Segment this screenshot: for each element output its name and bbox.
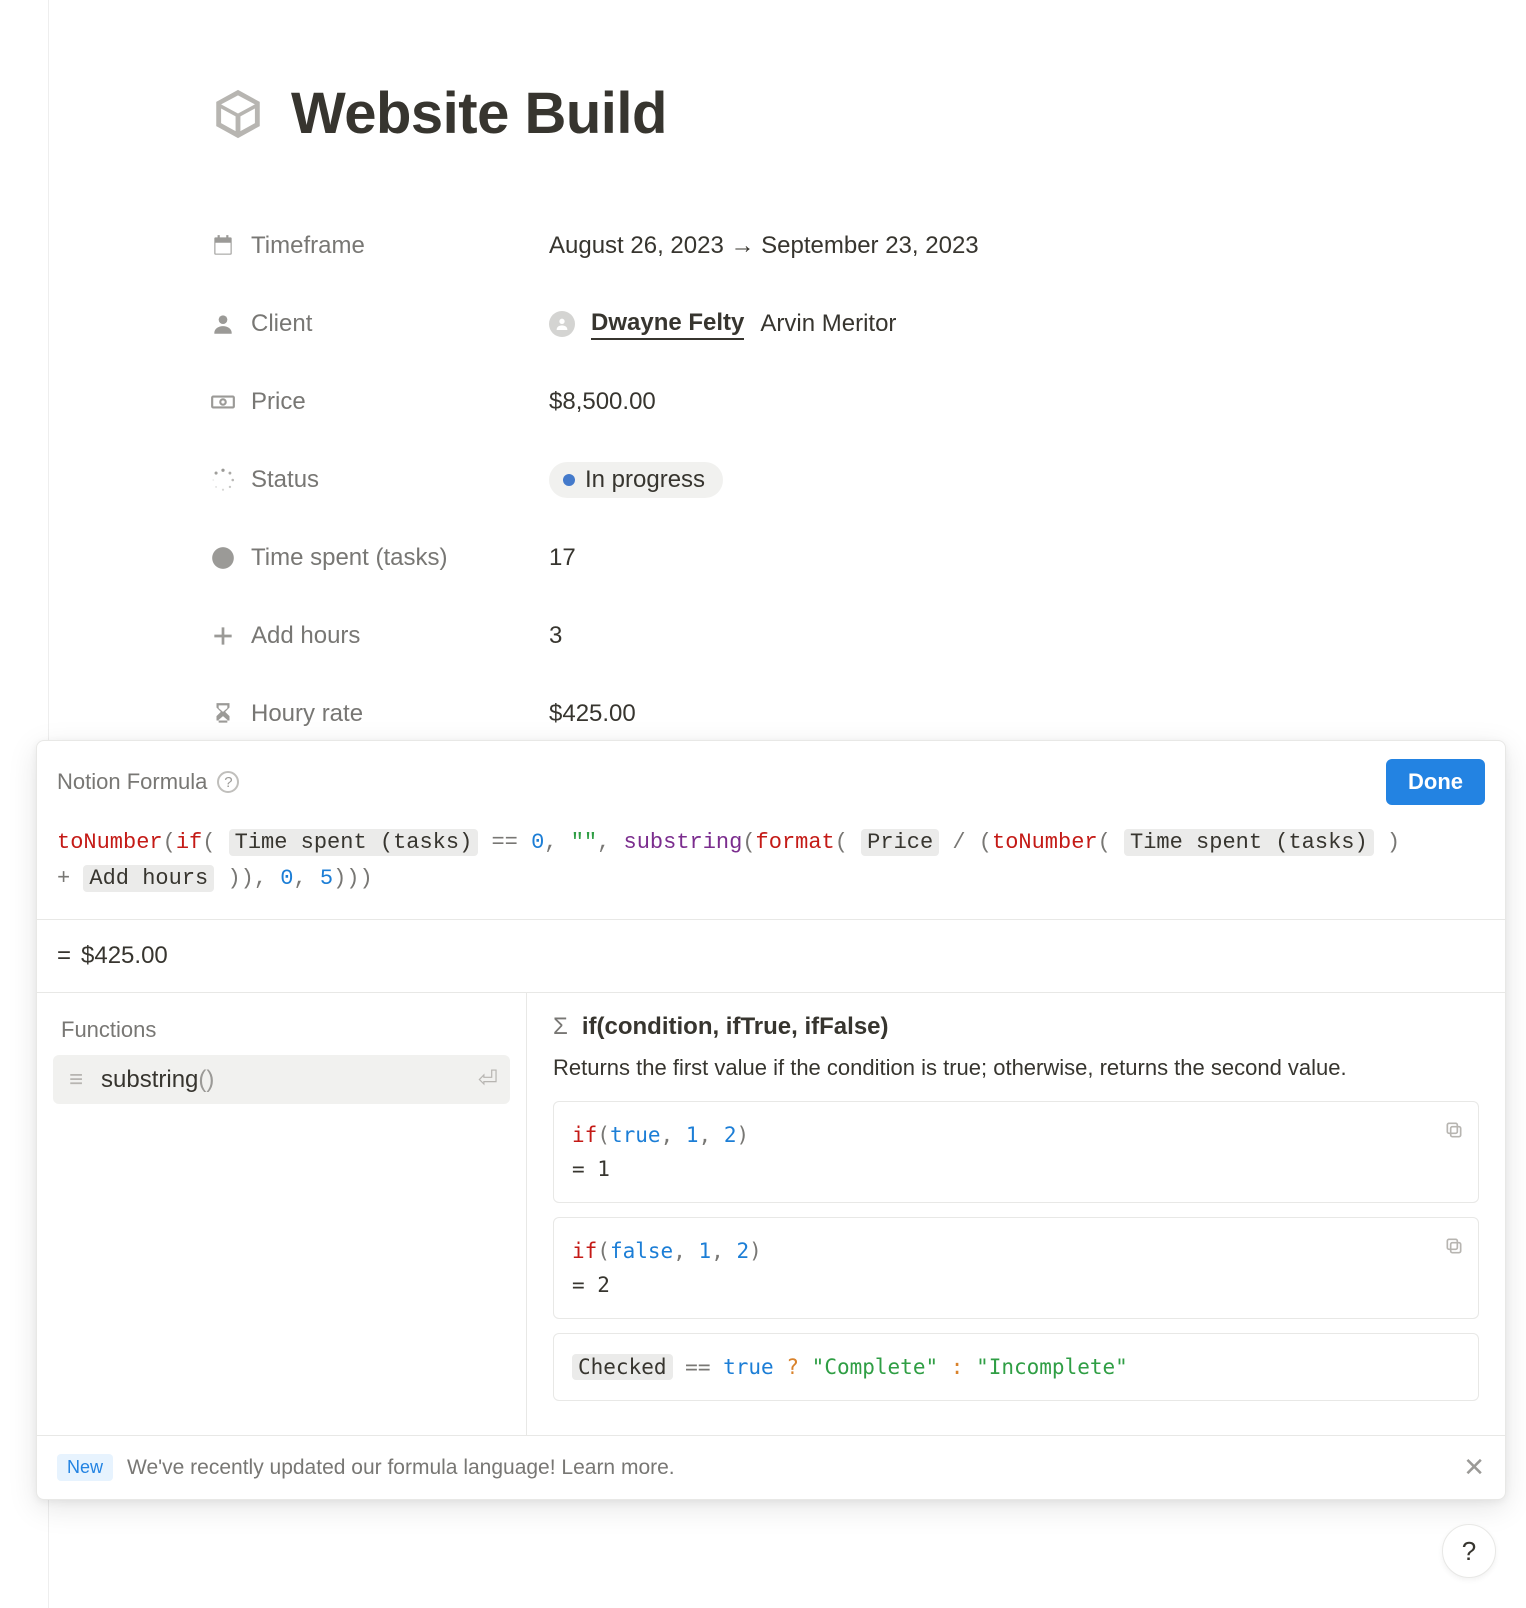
hourglass-icon [209, 700, 237, 728]
property-label: Status [251, 466, 319, 494]
property-time-spent[interactable]: Time spent (tasks) 17 [209, 519, 1386, 597]
new-badge: New [57, 1454, 113, 1481]
property-add-hours[interactable]: Add hours 3 [209, 597, 1386, 675]
function-documentation: Σ if(condition, ifTrue, ifFalse) Returns… [527, 993, 1505, 1435]
function-item-substring[interactable]: ≡ substring() ⏎ [53, 1055, 510, 1104]
enter-icon: ⏎ [478, 1065, 498, 1094]
functions-heading: Functions [53, 1011, 510, 1055]
function-description: Returns the first value if the condition… [553, 1055, 1479, 1081]
property-value[interactable]: $425.00 [549, 700, 636, 728]
client-company: Arvin Meritor [760, 310, 896, 338]
property-label: Timeframe [251, 232, 365, 260]
person-icon [209, 310, 237, 338]
formula-result: = $425.00 [37, 919, 1505, 992]
status-badge[interactable]: In progress [549, 462, 723, 498]
package-icon [209, 85, 267, 143]
done-button[interactable]: Done [1386, 759, 1485, 805]
plus-icon [209, 622, 237, 650]
example-2: if(false, 1, 2) = 2 [553, 1217, 1479, 1319]
property-value[interactable]: August 26, 2023 → September 23, 2023 [549, 232, 979, 260]
property-label: Price [251, 388, 306, 416]
formula-editor: Notion Formula ? Done toNumber(if( Time … [36, 740, 1506, 1500]
client-name[interactable]: Dwayne Felty [591, 309, 744, 340]
property-client[interactable]: Client Dwayne Felty Arvin Meritor [209, 285, 1386, 363]
loading-icon [209, 466, 237, 494]
page-title[interactable]: Website Build [291, 80, 667, 147]
copy-icon[interactable] [1444, 1232, 1464, 1266]
banner-text[interactable]: We've recently updated our formula langu… [127, 1456, 675, 1480]
copy-icon[interactable] [1444, 1116, 1464, 1150]
property-status[interactable]: Status In progress [209, 441, 1386, 519]
calendar-icon [209, 232, 237, 260]
status-dot-icon [563, 474, 575, 486]
avatar-icon [549, 311, 575, 337]
help-fab-button[interactable]: ? [1442, 1524, 1496, 1578]
update-banner: New We've recently updated our formula l… [37, 1435, 1505, 1499]
property-timeframe[interactable]: Timeframe August 26, 2023 → September 23… [209, 207, 1386, 285]
property-label: Houry rate [251, 700, 363, 728]
property-label: Add hours [251, 622, 360, 650]
formula-input[interactable]: toNumber(if( Time spent (tasks) == 0, ""… [37, 819, 1505, 919]
property-label: Client [251, 310, 312, 338]
function-signature: if(condition, ifTrue, ifFalse) [582, 1013, 889, 1041]
clock-icon [209, 544, 237, 572]
property-value[interactable]: 17 [549, 544, 576, 572]
functions-sidebar: Functions ≡ substring() ⏎ [37, 993, 527, 1435]
close-icon[interactable]: ✕ [1463, 1452, 1485, 1483]
property-value[interactable]: $8,500.00 [549, 388, 656, 416]
formula-editor-title: Notion Formula ? [57, 769, 239, 795]
cash-icon [209, 388, 237, 416]
sigma-icon: Σ [553, 1013, 568, 1041]
property-label: Time spent (tasks) [251, 544, 448, 572]
property-value[interactable]: 3 [549, 622, 562, 650]
help-icon[interactable]: ? [217, 771, 239, 793]
example-1: if(true, 1, 2) = 1 [553, 1101, 1479, 1203]
properties-list: Timeframe August 26, 2023 → September 23… [209, 207, 1386, 753]
property-price[interactable]: Price $8,500.00 [209, 363, 1386, 441]
drag-handle-icon: ≡ [65, 1066, 87, 1094]
example-3: Checked == true ? "Complete" : "Incomple… [553, 1333, 1479, 1401]
